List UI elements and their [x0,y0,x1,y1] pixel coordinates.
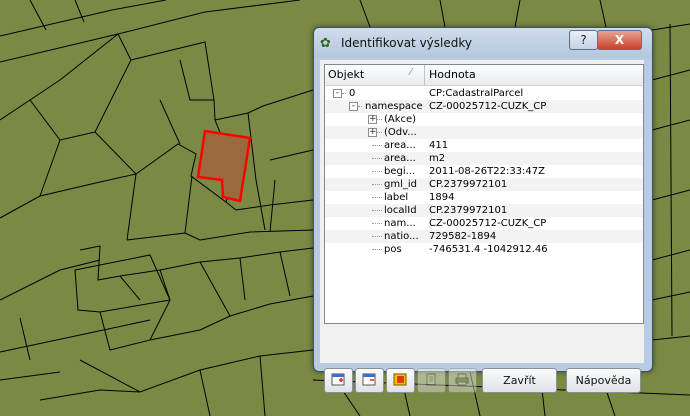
identify-results-dialog: ✿ Identifikovat výsledky ? X Objekt ⁄ Ho… [313,27,653,393]
tree-row[interactable]: area... 411 [325,139,643,152]
tree-line [358,106,362,107]
row-value: CP.2379972101 [429,179,508,190]
row-name: area... [384,153,416,164]
tree-line [377,132,382,133]
sort-indicator-icon: ⁄ [410,67,412,78]
tree-row[interactable]: gml_id CP.2379972101 [325,178,643,191]
row-value: 1894 [429,192,455,203]
row-value: CP.2379972101 [429,205,508,216]
column-header-object[interactable]: Objekt [328,68,364,81]
help-button[interactable]: Nápověda [566,368,641,393]
tree-row[interactable]: + (Odv... [325,126,643,139]
row-name: begi... [384,166,416,177]
identify-icon: ✿ [320,36,331,51]
tree-row[interactable]: localId CP.2379972101 [325,204,643,217]
row-name: 0 [349,88,356,99]
row-value: CZ-00025712-CUZK_CP [429,218,547,229]
dialog-title: Identifikovat výsledky [341,36,472,50]
close-button[interactable]: Zavřít [482,368,557,393]
tree-line [377,119,382,120]
row-name: nam... [384,218,416,229]
tree-row[interactable]: area... m2 [325,152,643,165]
expand-icon[interactable]: + [368,128,377,137]
row-name: pos [384,244,402,255]
tree-header: Objekt ⁄ Hodnota [325,65,643,86]
row-name: (Odv... [384,127,417,138]
tree-line [372,145,382,146]
row-name: localId [384,205,417,216]
copy-button[interactable] [417,368,446,393]
row-value: 2011-08-26T22:33:47Z [429,166,545,177]
row-name: area... [384,140,416,151]
column-divider[interactable] [424,65,425,85]
close-title-button[interactable]: X [597,30,642,50]
copy-icon [426,373,436,386]
print-icon [455,373,469,386]
tree-line [372,223,382,224]
row-name: label [384,192,409,203]
expand-icon[interactable]: + [368,115,377,124]
dialog-title-bar[interactable]: ✿ Identifikovat výsledky ? X [314,28,652,58]
highlight-feature-button[interactable] [386,368,415,393]
dialog-client-area: Objekt ⁄ Hodnota - 0 CP:CadastralParcel … [320,60,644,393]
highlight-icon [393,373,407,386]
tree-row[interactable]: label 1894 [325,191,643,204]
row-value: 729582-1894 [429,231,497,242]
print-button[interactable] [448,368,477,393]
tree-row[interactable]: - 0 CP:CadastralParcel [325,87,643,100]
tree-row[interactable]: + (Akce) [325,113,643,126]
tree-line [372,236,382,237]
tree-line [372,249,382,250]
collapse-icon[interactable]: - [349,102,358,111]
row-value: CP:CadastralParcel [429,88,524,99]
tree-row[interactable]: natio... 729582-1894 [325,230,643,243]
row-name: gml_id [384,179,417,190]
tree-row[interactable]: nam... CZ-00025712-CUZK_CP [325,217,643,230]
tree-line [372,158,382,159]
row-value: -746531.4 -1042912.46 [429,244,548,255]
collapse-icon[interactable]: - [333,89,342,98]
tree-row[interactable]: pos -746531.4 -1042912.46 [325,243,643,256]
row-name: namespace [365,101,423,112]
row-value: CZ-00025712-CUZK_CP [429,101,547,112]
row-value: 411 [429,140,449,151]
help-title-button[interactable]: ? [569,30,598,50]
collapse-tree-icon [362,373,376,386]
tree-row[interactable]: - namespace CZ-00025712-CUZK_CP [325,100,643,113]
results-tree[interactable]: Objekt ⁄ Hodnota - 0 CP:CadastralParcel … [324,64,644,324]
tree-row[interactable]: begi... 2011-08-26T22:33:47Z [325,165,643,178]
expand-tree-icon [331,373,345,386]
row-name: (Akce) [384,114,417,125]
row-name: natio... [384,231,419,242]
tree-line [342,93,346,94]
tree-line [372,210,382,211]
collapse-all-button[interactable] [355,368,384,393]
tree-line [372,184,382,185]
tree-line [372,197,382,198]
row-value: m2 [429,153,446,164]
column-header-value[interactable]: Hodnota [429,68,476,81]
tree-line [372,171,382,172]
expand-all-button[interactable] [324,368,353,393]
